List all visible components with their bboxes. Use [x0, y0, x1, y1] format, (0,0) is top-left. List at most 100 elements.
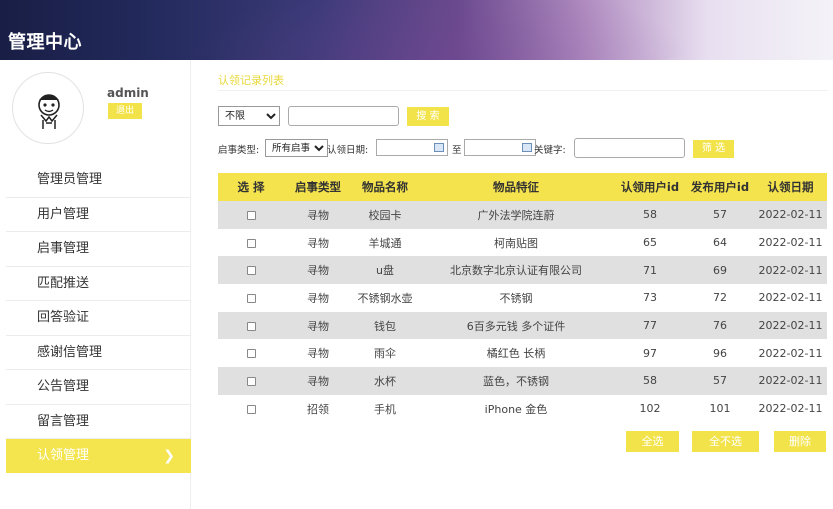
- profile-panel: admin 退出: [6, 60, 190, 158]
- cell-claim-date: 2022-02-11: [758, 208, 823, 222]
- cell-type: 寻物: [307, 374, 329, 388]
- cell-type: 寻物: [307, 347, 329, 361]
- cell-claim-date: 2022-02-11: [758, 374, 823, 388]
- calendar-icon[interactable]: [434, 143, 444, 152]
- sidebar-item-notice-management[interactable]: 启事管理: [6, 232, 191, 267]
- cell-claimer-id: 71: [643, 263, 657, 277]
- app-title: 管理中心: [8, 32, 82, 53]
- sidebar-menu: 管理员管理 用户管理 启事管理 匹配推送 回答验证 感谢信管理 公告管理 留言管…: [6, 163, 191, 473]
- sidebar: admin 退出 管理员管理 用户管理 启事管理 匹配推送 回答验证 感谢信管理…: [6, 60, 191, 509]
- avatar-illustration-icon: [38, 94, 60, 129]
- sidebar-item-messages[interactable]: 留言管理: [6, 405, 191, 439]
- cell-publisher-id: 69: [713, 263, 727, 277]
- col-header-type: 启事类型: [295, 180, 341, 194]
- row-checkbox[interactable]: [246, 404, 256, 414]
- main-content: 认领记录列表 不限 搜 索 启事类型: 所有启事 认领日期: 至 关键字: 筛 …: [218, 60, 828, 509]
- table-row: 寻物 校园卡 广外法学院连蔚 58 57 2022-02-11: [218, 201, 827, 229]
- cell-type: 寻物: [307, 236, 329, 250]
- cell-publisher-id: 76: [713, 319, 727, 333]
- select-none-button[interactable]: 全不选: [692, 431, 759, 452]
- cell-publisher-id: 57: [713, 208, 727, 222]
- avatar: [12, 72, 84, 144]
- sidebar-item-claim-management[interactable]: 认领管理 ❯: [6, 439, 191, 473]
- search-scope-select[interactable]: 不限: [218, 106, 280, 126]
- cell-item-name: 水杯: [374, 374, 396, 388]
- row-checkbox[interactable]: [246, 266, 256, 276]
- page-title: 认领记录列表: [218, 74, 284, 87]
- start-date-field[interactable]: [376, 139, 448, 156]
- row-checkbox[interactable]: [246, 349, 256, 359]
- filter-button[interactable]: 筛 选: [693, 140, 734, 158]
- notice-type-select[interactable]: 所有启事: [265, 139, 328, 157]
- cell-claimer-id: 77: [643, 319, 657, 333]
- row-checkbox[interactable]: [246, 210, 256, 220]
- cell-item-name: 羊城通: [368, 236, 402, 250]
- top-header: 管理中心: [0, 0, 833, 60]
- keyword-label: 关键字:: [534, 145, 566, 156]
- table-row: 招领 手机 iPhone 金色 102 101 2022-02-11: [218, 394, 827, 423]
- cell-type: 寻物: [307, 291, 329, 305]
- cell-claimer-id: 58: [643, 374, 657, 388]
- cell-claimer-id: 97: [643, 346, 657, 360]
- sidebar-item-match-push[interactable]: 匹配推送: [6, 267, 191, 301]
- sidebar-item-label: 用户管理: [37, 206, 90, 222]
- sidebar-item-answer-verify[interactable]: 回答验证: [6, 301, 191, 336]
- sidebar-item-user-management[interactable]: 用户管理: [6, 198, 191, 232]
- cell-item-feature: 蓝色，不锈钢: [483, 374, 549, 388]
- cell-type: 寻物: [307, 264, 329, 278]
- row-checkbox[interactable]: [246, 376, 256, 386]
- col-header-item-feature: 物品特征: [493, 180, 539, 194]
- select-all-button[interactable]: 全选: [626, 431, 679, 452]
- cell-claimer-id: 102: [639, 402, 661, 416]
- logout-button[interactable]: 退出: [108, 103, 142, 119]
- sidebar-item-label: 匹配推送: [37, 275, 90, 291]
- header-decoration: [140, 0, 740, 60]
- sidebar-item-label: 启事管理: [37, 241, 90, 256]
- cell-publisher-id: 64: [713, 236, 727, 250]
- cell-item-feature: iPhone 金色: [484, 402, 548, 416]
- sidebar-item-announcement[interactable]: 公告管理: [6, 370, 191, 405]
- col-header-select: 选 择: [237, 180, 265, 194]
- sidebar-item-label: 管理员管理: [37, 172, 103, 187]
- col-header-item-name: 物品名称: [362, 180, 408, 194]
- cell-publisher-id: 57: [713, 374, 727, 388]
- col-header-claim-date: 认领日期: [767, 180, 814, 194]
- keyword-input[interactable]: [574, 138, 685, 158]
- username: admin: [107, 86, 149, 100]
- search-button[interactable]: 搜 索: [407, 107, 449, 126]
- cell-type: 寻物: [307, 319, 329, 333]
- delete-button[interactable]: 删除: [774, 431, 826, 452]
- cell-claim-date: 2022-02-11: [758, 291, 823, 305]
- sidebar-item-label: 认领管理: [37, 448, 90, 463]
- notice-type-label: 启事类型:: [218, 145, 260, 156]
- sidebar-item-label: 留言管理: [37, 413, 90, 429]
- calendar-icon[interactable]: [522, 143, 532, 152]
- col-header-claimer-id: 认领用户id: [620, 180, 680, 194]
- cell-claim-date: 2022-02-11: [758, 346, 823, 360]
- cell-item-name: 手机: [374, 402, 396, 416]
- table-row: 寻物 雨伞 橘红色 长柄 97 96 2022-02-11: [218, 339, 827, 368]
- claim-date-label: 认领日期:: [327, 145, 369, 156]
- table-row: 寻物 u盘 北京数字北京认证有限公司 71 69 2022-02-11: [218, 256, 827, 285]
- row-checkbox[interactable]: [246, 238, 256, 248]
- cell-claim-date: 2022-02-11: [758, 236, 823, 250]
- cell-item-name: 不锈钢水壶: [357, 291, 413, 305]
- chevron-right-icon: ❯: [163, 448, 175, 464]
- cell-publisher-id: 72: [713, 291, 727, 305]
- cell-claimer-id: 73: [643, 291, 657, 305]
- sidebar-item-admin-management[interactable]: 管理员管理: [6, 163, 191, 198]
- cell-claimer-id: 58: [643, 208, 657, 222]
- cell-item-name: u盘: [376, 264, 394, 278]
- row-checkbox[interactable]: [246, 293, 256, 303]
- cell-claim-date: 2022-02-11: [758, 402, 823, 416]
- cell-item-name: 校园卡: [368, 208, 402, 222]
- search-input[interactable]: [288, 106, 399, 126]
- end-date-field[interactable]: [464, 139, 536, 156]
- table-row: 寻物 钱包 6百多元钱 多个证件 77 76 2022-02-11: [218, 311, 827, 340]
- claim-records-table: 选 择 启事类型 物品名称 物品特征 认领用户id 发布用户id 认领日期 寻物…: [218, 173, 827, 423]
- cell-claim-date: 2022-02-11: [758, 319, 823, 333]
- title-divider: [218, 90, 828, 91]
- cell-claimer-id: 65: [643, 236, 657, 250]
- sidebar-item-thanks-letter[interactable]: 感谢信管理: [6, 336, 191, 370]
- row-checkbox[interactable]: [246, 321, 256, 331]
